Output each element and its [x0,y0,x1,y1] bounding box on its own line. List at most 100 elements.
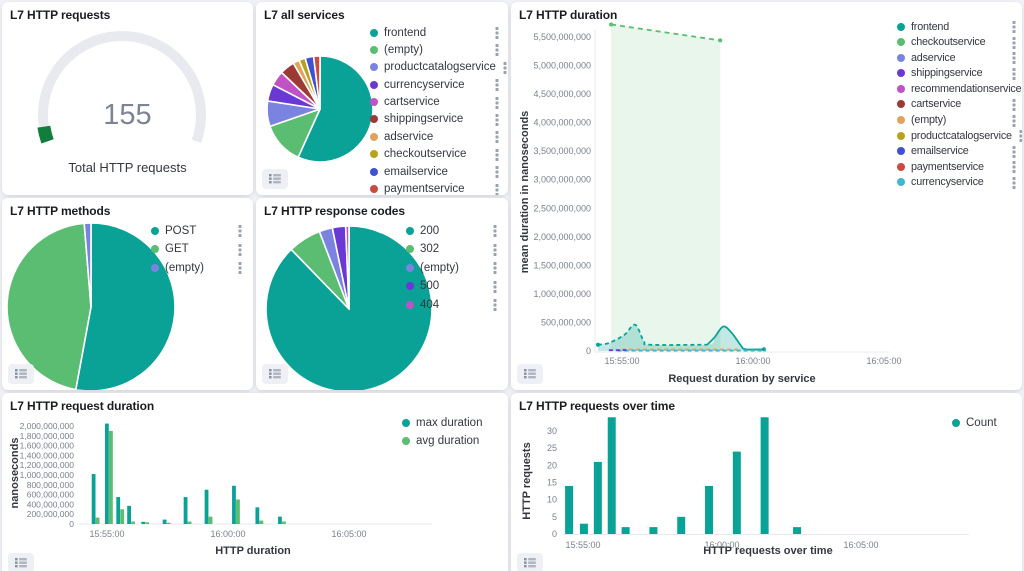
legend-item-label[interactable]: adservice [384,131,433,143]
legend-toggle-button[interactable] [517,364,543,384]
legend-item-label[interactable]: checkoutservice [911,36,985,48]
x-axis-title: Request duration by service [595,373,889,385]
legend-color-dot [406,282,414,290]
legend-toggle-button[interactable] [8,364,34,384]
legend-color-dot [406,301,414,309]
legend-item-label[interactable]: avg duration [416,435,479,447]
legend-item-menu-button[interactable] [1018,129,1022,142]
legend-color-dot [897,116,905,124]
legend-item-label[interactable]: (empty) [911,114,946,126]
legend-item-label[interactable]: currencyservice [911,176,984,188]
legend-item-label[interactable]: shippingservice [911,67,982,79]
legend-color-dot [897,23,905,31]
legend-item-menu-button[interactable] [237,224,243,237]
legend-item-label[interactable]: Count [966,417,997,429]
legend-item-label[interactable]: 404 [420,299,439,311]
legend-item-menu-button[interactable] [494,130,500,143]
svg-text:15:55:00: 15:55:00 [604,356,639,366]
legend-item-label[interactable]: checkoutservice [384,148,466,160]
legend-item-label[interactable]: cartservice [911,98,961,110]
svg-text:500,000,000: 500,000,000 [541,317,591,327]
legend-item-menu-button[interactable] [494,26,500,39]
svg-text:2,000,000,000: 2,000,000,000 [533,232,591,242]
legend-item-label[interactable]: productcatalogservice [911,130,1012,142]
svg-text:10: 10 [547,495,557,505]
http-methods-legend: POST GET (empty) [151,224,243,274]
panel-l7-http-methods: L7 HTTP methods POSTGET(empty) [2,198,253,390]
legend-item-label[interactable]: frontend [911,21,949,33]
legend-toggle-button[interactable] [262,169,288,189]
legend-item: checkoutservice [897,36,1017,49]
legend-item-menu-button[interactable] [1011,114,1017,127]
legend-color-dot [370,98,378,106]
legend-item-menu-button[interactable] [494,113,500,126]
legend-item-menu-button[interactable] [1011,145,1017,158]
boxes-vertical-icon [1012,98,1016,111]
legend-item-label[interactable]: emailservice [384,166,448,178]
legend-item-label[interactable]: (empty) [420,262,459,274]
legend-item-menu-button[interactable] [237,243,243,256]
legend-item-label[interactable]: shippingservice [384,113,463,125]
legend-item-menu-button[interactable] [492,298,498,311]
legend-toggle-button[interactable] [517,553,543,571]
panel-l7-http-duration: L7 HTTP duration 0500,000,0001,000,000,0… [511,2,1022,390]
panel-title: L7 HTTP request duration [10,399,154,413]
all-services-legend: frontend (empty) productcatalogservice curr… [370,26,500,195]
legend-item-label[interactable]: currencyservice [384,79,465,91]
legend-item-menu-button[interactable] [1011,160,1017,173]
legend-item-label[interactable]: paymentservice [911,161,984,173]
legend-toggle-button[interactable] [262,364,288,384]
svg-text:5,000,000,000: 5,000,000,000 [533,61,591,71]
legend-item: cartservice [370,96,500,109]
legend-item-menu-button[interactable] [494,43,500,56]
legend-item-label[interactable]: recommendationservice [911,83,1021,95]
legend-color-dot [151,245,159,253]
legend-item-menu-button[interactable] [492,243,498,256]
legend-item-menu-button[interactable] [237,261,243,274]
legend-item-label[interactable]: emailservice [911,145,969,157]
legend-item-label[interactable]: 302 [420,243,439,255]
legend-item-menu-button[interactable] [1011,51,1017,64]
panel-l7-response-codes: L7 HTTP response codes 200302(empty)5004… [256,198,508,390]
legend-item-label[interactable]: GET [165,243,189,255]
legend-item-label[interactable]: max duration [416,417,482,429]
legend-item: (empty) [370,43,500,56]
legend-item-menu-button[interactable] [494,165,500,178]
svg-text:1,600,000,000: 1,600,000,000 [20,441,75,451]
svg-text:1,200,000,000: 1,200,000,000 [20,460,75,470]
legend-item-menu-button[interactable] [492,261,498,274]
legend-item-label[interactable]: (empty) [384,44,423,56]
legend-item-label[interactable]: cartservice [384,96,440,108]
legend-item-menu-button[interactable] [492,224,498,237]
legend-item-label[interactable]: 200 [420,225,439,237]
svg-text:30: 30 [547,426,557,436]
svg-text:25: 25 [547,443,557,453]
legend-toggle-button[interactable] [8,553,34,571]
legend-item-label[interactable]: productcatalogservice [384,61,496,73]
panel-title: L7 HTTP requests over time [519,399,675,413]
legend-item: productcatalogservice [897,129,1017,142]
legend-item: avg duration [402,435,498,447]
legend-item-menu-button[interactable] [1011,36,1017,49]
legend-item-menu-button[interactable] [492,280,498,293]
legend-item-label[interactable]: (empty) [165,262,204,274]
legend-item-label[interactable]: POST [165,225,196,237]
legend-item-label[interactable]: adservice [911,52,955,64]
legend-item-menu-button[interactable] [1011,98,1017,111]
legend-item-menu-button[interactable] [1011,67,1017,80]
legend-item-menu-button[interactable] [494,148,500,161]
legend-item-label[interactable]: paymentservice [384,183,465,195]
legend-item-menu-button[interactable] [502,61,508,74]
legend-item-menu-button[interactable] [494,78,500,91]
legend-item-label[interactable]: frontend [384,27,426,39]
legend-item-menu-button[interactable] [1011,20,1017,33]
legend-item-menu-button[interactable] [494,183,500,195]
list-icon [15,557,27,569]
legend-item-menu-button[interactable] [494,96,500,109]
legend-item-menu-button[interactable] [1011,176,1017,189]
svg-text:1,500,000,000: 1,500,000,000 [533,260,591,270]
response-codes-legend: 200 302 (empty) 500 404 [406,224,498,311]
boxes-vertical-icon [495,26,499,39]
legend-item-label[interactable]: 500 [420,280,439,292]
legend-color-dot [370,185,378,193]
